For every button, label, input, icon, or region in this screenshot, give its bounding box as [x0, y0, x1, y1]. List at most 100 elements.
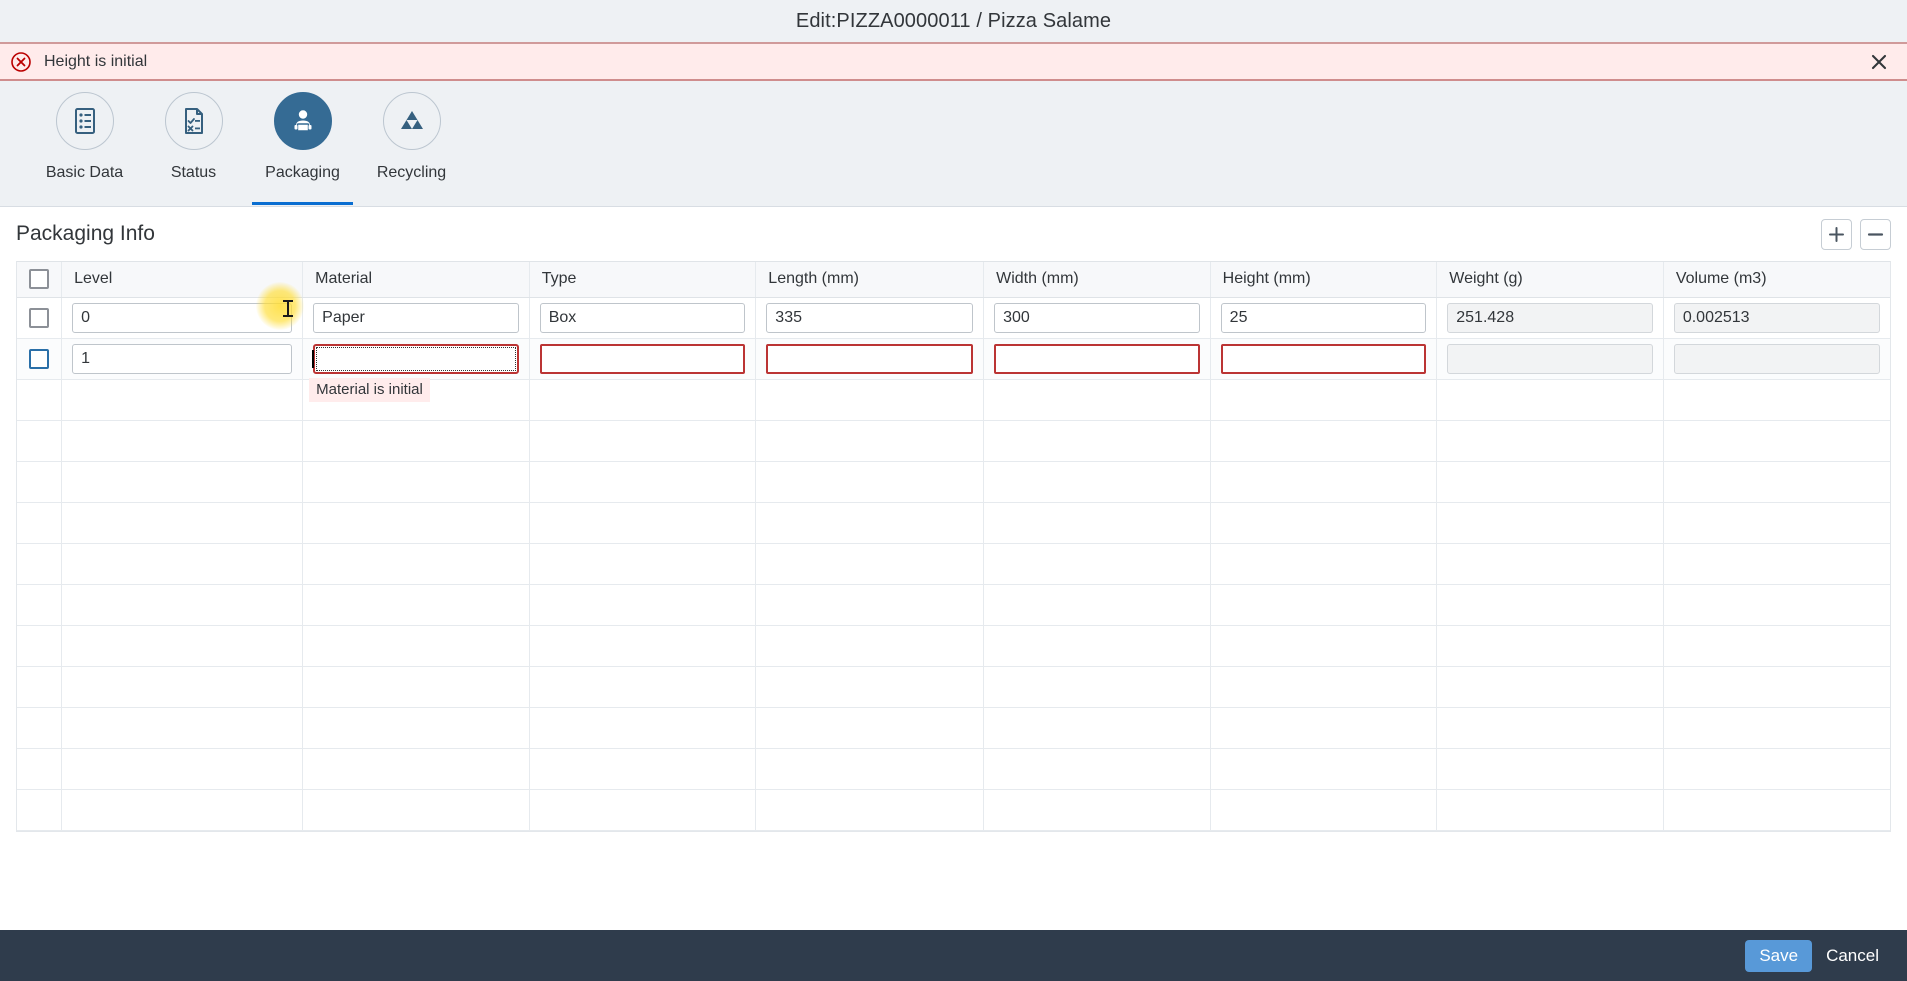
volume-input — [1673, 302, 1880, 333]
row-checkbox[interactable] — [29, 307, 50, 328]
volume-input — [1673, 343, 1880, 374]
row-select-cell — [17, 338, 63, 380]
empty-cell — [529, 707, 757, 749]
cancel-button[interactable]: Cancel — [1816, 940, 1889, 972]
packaging-content: Packaging Info Level Material Type Lengt… — [0, 207, 1907, 930]
empty-cell — [302, 584, 530, 626]
empty-cell — [1436, 584, 1664, 626]
height-input[interactable] — [1220, 302, 1427, 333]
empty-cell — [61, 461, 304, 503]
empty-cell — [1663, 502, 1890, 544]
empty-cell — [61, 543, 304, 585]
table-row: Material is initial — [17, 338, 1890, 402]
select-all-checkbox[interactable] — [29, 269, 49, 290]
type-input[interactable] — [539, 302, 746, 333]
empty-cell — [61, 789, 304, 831]
page-title: Edit:PIZZA0000011 / Pizza Salame — [795, 9, 1112, 32]
table-header-row: Level Material Type Length (mm) Width (m… — [17, 262, 1890, 298]
tab-packaging[interactable]: Packaging — [248, 81, 357, 205]
empty-cell — [529, 420, 757, 462]
table-row-empty — [17, 461, 1890, 503]
close-icon[interactable] — [1867, 50, 1891, 74]
table-row — [17, 297, 1890, 339]
empty-cell — [1436, 461, 1664, 503]
column-header-material[interactable]: Material — [302, 262, 530, 298]
table-body: Material is initial — [17, 297, 1890, 831]
empty-cell — [755, 625, 985, 667]
empty-cell — [1436, 502, 1664, 544]
empty-cell — [755, 584, 985, 626]
type-input[interactable] — [539, 343, 746, 374]
remove-row-button[interactable] — [1860, 218, 1891, 250]
width-input[interactable] — [994, 302, 1200, 333]
empty-cell — [302, 461, 530, 503]
tab-recycling[interactable]: Recycling — [357, 81, 466, 205]
column-header-level[interactable]: Level — [61, 262, 304, 298]
empty-cell — [1663, 666, 1890, 708]
tab-label: Basic Data — [45, 164, 124, 181]
level-input[interactable] — [72, 302, 293, 333]
section-title: Packaging Info — [16, 222, 155, 245]
cell-length — [755, 338, 985, 380]
column-header-weight[interactable]: Weight (g) — [1436, 262, 1664, 298]
empty-cell — [983, 461, 1211, 503]
width-input[interactable] — [994, 343, 1200, 374]
row-checkbox[interactable] — [29, 348, 50, 369]
empty-cell — [1663, 420, 1890, 462]
list-document-icon — [55, 92, 114, 150]
empty-cell — [1210, 584, 1438, 626]
empty-cell — [1663, 379, 1890, 421]
level-input[interactable] — [72, 343, 293, 374]
empty-cell — [1210, 789, 1438, 831]
tab-status[interactable]: Status — [139, 81, 248, 205]
add-row-button[interactable] — [1821, 218, 1852, 250]
empty-cell — [529, 461, 757, 503]
empty-cell — [1663, 707, 1890, 749]
column-header-length[interactable]: Length (mm) — [755, 262, 985, 298]
empty-cell — [61, 707, 304, 749]
column-header-volume[interactable]: Volume (m3) — [1663, 262, 1890, 298]
material-validation-tooltip: Material is initial — [309, 377, 430, 402]
save-button[interactable]: Save — [1745, 939, 1813, 972]
weight-input — [1447, 343, 1653, 374]
empty-cell — [302, 625, 530, 667]
height-input[interactable] — [1220, 343, 1427, 374]
cell-type — [529, 297, 757, 339]
empty-cell — [529, 584, 757, 626]
empty-cell — [983, 502, 1211, 544]
length-input[interactable] — [766, 302, 974, 333]
material-input[interactable] — [313, 343, 519, 374]
cell-level — [61, 338, 304, 380]
length-input[interactable] — [766, 343, 974, 374]
material-input[interactable] — [313, 302, 519, 333]
tab-basic-data[interactable]: Basic Data — [30, 81, 139, 205]
column-header-height[interactable]: Height (mm) — [1210, 262, 1438, 298]
empty-cell — [17, 502, 63, 544]
empty-cell — [61, 666, 304, 708]
empty-cell — [1663, 543, 1890, 585]
empty-cell — [1436, 420, 1664, 462]
dialog-footer: Save Cancel — [0, 930, 1907, 981]
empty-cell — [1210, 461, 1438, 503]
column-header-type[interactable]: Type — [529, 262, 757, 298]
empty-cell — [529, 748, 757, 790]
empty-cell — [302, 789, 530, 831]
cell-level — [61, 297, 304, 339]
empty-cell — [983, 584, 1211, 626]
empty-cell — [1210, 625, 1438, 667]
empty-cell — [61, 748, 304, 790]
empty-cell — [1663, 748, 1890, 790]
empty-cell — [755, 789, 985, 831]
empty-cell — [1663, 584, 1890, 626]
cell-height — [1210, 338, 1438, 380]
empty-cell — [1210, 707, 1438, 749]
empty-cell — [302, 707, 530, 749]
table-row-empty — [17, 379, 1890, 421]
empty-cell — [1436, 625, 1664, 667]
packaging-table-wrapper: Level Material Type Length (mm) Width (m… — [16, 261, 1891, 832]
tab-label: Status — [170, 164, 217, 181]
column-header-width[interactable]: Width (mm) — [983, 262, 1211, 298]
minus-icon — [1867, 232, 1884, 236]
cell-material — [302, 297, 530, 339]
empty-cell — [302, 666, 530, 708]
